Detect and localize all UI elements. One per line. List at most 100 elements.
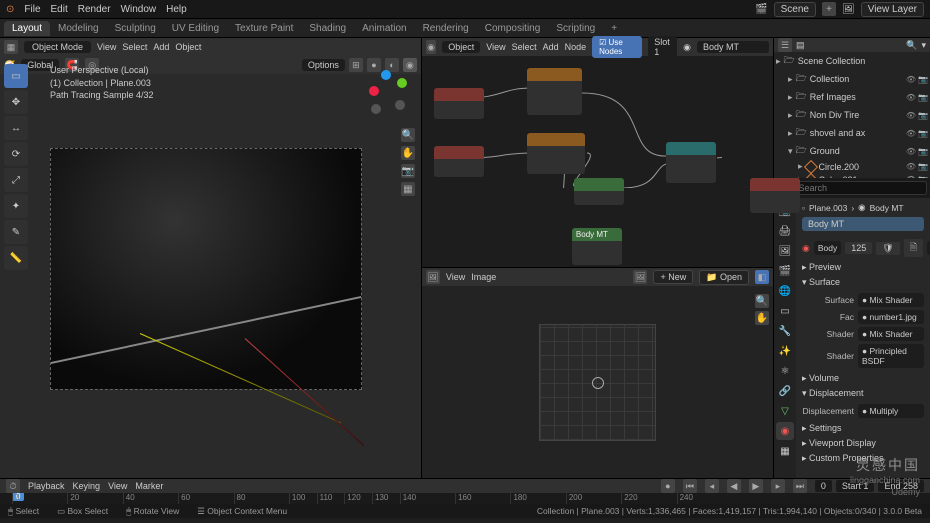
prop-tab-mesh[interactable]: ▽: [776, 402, 794, 420]
tool-select[interactable]: ▭: [4, 64, 28, 88]
mode-select[interactable]: Object Mode: [24, 41, 91, 53]
uv-grid[interactable]: [422, 286, 773, 478]
tool-measure[interactable]: 📏: [4, 246, 28, 270]
jump-end-icon[interactable]: ⏭: [793, 479, 807, 493]
editor-type-icon[interactable]: ◉: [426, 40, 436, 54]
menu-file[interactable]: File: [24, 4, 40, 15]
displacement-field[interactable]: ● Multiply: [858, 404, 924, 418]
keyframe-next-icon[interactable]: ▸: [771, 479, 785, 493]
tab-uv[interactable]: UV Editing: [164, 21, 227, 36]
play-rev-icon[interactable]: ◀: [727, 479, 741, 493]
tool-scale[interactable]: ⤢: [4, 168, 28, 192]
3d-viewport[interactable]: ▦ Object Mode View Select Add Object 🧭 G…: [0, 38, 422, 478]
vp-object[interactable]: Object: [175, 42, 201, 52]
prop-tab-modifiers[interactable]: 🔧: [776, 322, 794, 340]
tool-annotate[interactable]: ✎: [4, 220, 28, 244]
tl-playback[interactable]: Playback: [28, 481, 65, 491]
camera-icon[interactable]: 📷: [401, 164, 415, 178]
open-image-button[interactable]: 📁 Open: [699, 270, 749, 285]
jump-start-icon[interactable]: ⏮: [683, 479, 697, 493]
tab-layout[interactable]: Layout: [4, 21, 50, 36]
fac-field[interactable]: ● number1.jpg: [858, 310, 924, 324]
node-mix1[interactable]: [574, 178, 624, 205]
tool-rotate[interactable]: ⟳: [4, 142, 28, 166]
use-nodes-toggle[interactable]: ☑ Use Nodes: [592, 36, 642, 58]
new-image-button[interactable]: + New: [653, 270, 693, 284]
vp-select[interactable]: Select: [122, 42, 147, 52]
outliner-item[interactable]: ▸🗁Non Div Tire👁📷: [774, 106, 930, 124]
options-dropdown[interactable]: Options: [302, 59, 345, 71]
ne-mode[interactable]: Object: [442, 41, 480, 53]
nav-gizmo[interactable]: [361, 68, 411, 118]
ne-add[interactable]: Add: [543, 42, 559, 52]
prop-tab-constraints[interactable]: 🔗: [776, 382, 794, 400]
outliner-search[interactable]: [793, 181, 927, 195]
prop-tab-scene[interactable]: 🎬: [776, 262, 794, 280]
vp-add[interactable]: Add: [153, 42, 169, 52]
outliner-item[interactable]: ▾🗁Ground👁📷: [774, 142, 930, 160]
node-mapping[interactable]: [434, 146, 484, 177]
ne-node[interactable]: Node: [565, 42, 587, 52]
prop-tab-output[interactable]: 🖨: [776, 222, 794, 240]
outliner-item[interactable]: ▸🗁Ref Images👁📷: [774, 88, 930, 106]
scene-field[interactable]: Scene: [774, 2, 816, 17]
node-output[interactable]: [750, 178, 800, 213]
outliner-filter-icon[interactable]: ▤: [796, 40, 805, 51]
node-image1[interactable]: [527, 68, 582, 115]
node-texcoord[interactable]: [434, 88, 484, 119]
editor-type-icon[interactable]: ⏱: [6, 479, 20, 493]
outliner-root[interactable]: ▸🗁Scene Collection: [774, 52, 930, 70]
tab-rendering[interactable]: Rendering: [415, 21, 477, 36]
node-image2[interactable]: [527, 133, 585, 174]
autokey-icon[interactable]: ●: [661, 479, 675, 493]
filter-icon[interactable]: ▾: [921, 40, 926, 51]
blender-icon[interactable]: ⊙: [6, 4, 14, 15]
viewport-display-panel[interactable]: ▸ Viewport Display: [802, 436, 924, 451]
tab-compositing[interactable]: Compositing: [477, 21, 549, 36]
editor-type-icon[interactable]: ▦: [4, 40, 18, 54]
keyframe-prev-icon[interactable]: ◂: [705, 479, 719, 493]
viewlayer-field[interactable]: View Layer: [861, 2, 924, 17]
tl-view[interactable]: View: [108, 481, 127, 491]
shader2-field[interactable]: ● Principled BSDF: [858, 344, 924, 368]
outliner-item[interactable]: ▸🗁Collection👁📷: [774, 70, 930, 88]
ne-select[interactable]: Select: [512, 42, 537, 52]
prop-tab-physics[interactable]: ⚛: [776, 362, 794, 380]
ie-pan-icon[interactable]: ✋: [755, 311, 769, 325]
current-frame[interactable]: 0: [815, 480, 832, 492]
tab-sculpting[interactable]: Sculpting: [107, 21, 164, 36]
surface-panel[interactable]: ▾ Surface: [802, 275, 924, 290]
prop-tab-viewlayer[interactable]: 🖼: [776, 242, 794, 260]
ie-view[interactable]: View: [446, 272, 465, 282]
outliner-item[interactable]: ▸🗁shovel and ax👁📷: [774, 124, 930, 142]
material-slot[interactable]: Body MT: [802, 217, 924, 231]
tab-modeling[interactable]: Modeling: [50, 21, 107, 36]
node-bsdf[interactable]: [666, 142, 716, 183]
users-count[interactable]: 125: [845, 242, 872, 254]
tool-cursor[interactable]: ✥: [4, 90, 28, 114]
prop-tab-texture[interactable]: ▦: [776, 442, 794, 460]
shader1-field[interactable]: ● Mix Shader: [858, 327, 924, 341]
ie-zoom-icon[interactable]: 🔍: [755, 294, 769, 308]
outliner[interactable]: ☰ ▤ 🔍 ▾ ▸🗁Scene Collection ▸🗁Collection👁…: [774, 38, 930, 178]
ne-view[interactable]: View: [486, 42, 505, 52]
outliner-item[interactable]: ▸Circle.200👁📷: [774, 160, 930, 173]
menu-edit[interactable]: Edit: [51, 4, 68, 15]
display-channels-icon[interactable]: ◧: [755, 270, 769, 284]
new-mat-icon[interactable]: 🗎: [904, 239, 923, 257]
tab-add[interactable]: +: [603, 21, 625, 36]
image-editor[interactable]: 🖼 View Image 🖼 + New 📁 Open ◧ 🔍 ✋: [422, 267, 773, 478]
material-name-field[interactable]: Body: [814, 241, 841, 255]
tab-shading[interactable]: Shading: [301, 21, 354, 36]
slot-select[interactable]: Slot 1: [648, 36, 677, 58]
tab-texpaint[interactable]: Texture Paint: [227, 21, 301, 36]
persp-icon[interactable]: ▦: [401, 182, 415, 196]
prop-tab-object[interactable]: ▭: [776, 302, 794, 320]
displacement-panel[interactable]: ▾ Displacement: [802, 386, 924, 401]
pan-icon[interactable]: ✋: [401, 146, 415, 160]
tl-marker[interactable]: Marker: [135, 481, 163, 491]
shader-node-editor[interactable]: ◉ Object View Select Add Node ☑ Use Node…: [422, 38, 773, 267]
menu-render[interactable]: Render: [78, 4, 111, 15]
preview-panel[interactable]: ▸ Preview: [802, 260, 924, 275]
prop-tab-particles[interactable]: ✨: [776, 342, 794, 360]
